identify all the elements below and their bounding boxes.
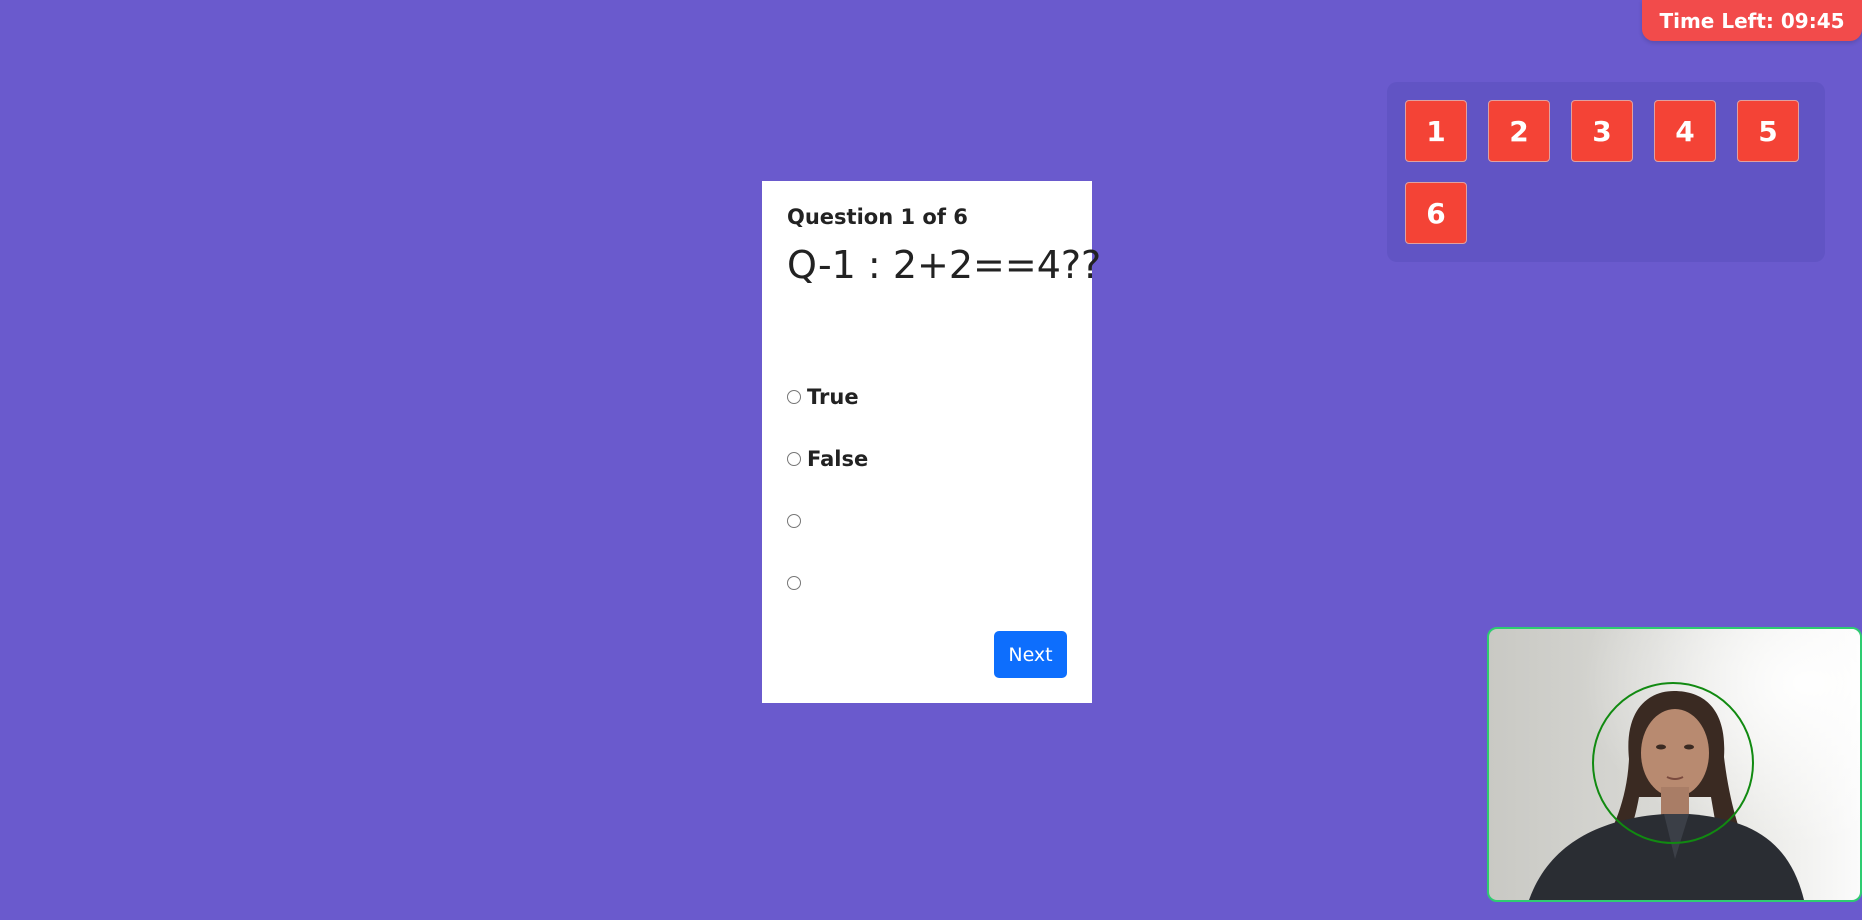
question-nav-button-6[interactable]: 6 xyxy=(1405,182,1467,244)
question-navigator: 1 2 3 4 5 6 xyxy=(1387,82,1825,262)
question-counter: Question 1 of 6 xyxy=(787,205,968,229)
option-label: True xyxy=(807,385,859,409)
face-detection-ring xyxy=(1592,682,1754,844)
question-card: Question 1 of 6 Q-1 : 2+2==4?? True Fals… xyxy=(762,181,1102,703)
option-3-radio[interactable] xyxy=(787,514,801,528)
option-true-radio[interactable] xyxy=(787,390,801,404)
question-nav-button-2[interactable]: 2 xyxy=(1488,100,1550,162)
option-4-radio[interactable] xyxy=(787,576,801,590)
time-left-badge: Time Left: 09:45 xyxy=(1642,0,1862,41)
question-text: Q-1 : 2+2==4?? xyxy=(787,243,1102,287)
option-4[interactable] xyxy=(787,571,1067,595)
answer-options: True False xyxy=(787,385,1067,595)
option-true[interactable]: True xyxy=(787,385,1067,409)
question-nav-button-3[interactable]: 3 xyxy=(1571,100,1633,162)
option-false[interactable]: False xyxy=(787,447,1067,471)
webcam-preview xyxy=(1487,627,1862,902)
option-label: False xyxy=(807,447,869,471)
question-nav-button-1[interactable]: 1 xyxy=(1405,100,1467,162)
option-3[interactable] xyxy=(787,509,1067,533)
option-false-radio[interactable] xyxy=(787,452,801,466)
next-button[interactable]: Next xyxy=(994,631,1067,678)
question-nav-button-4[interactable]: 4 xyxy=(1654,100,1716,162)
question-nav-button-5[interactable]: 5 xyxy=(1737,100,1799,162)
